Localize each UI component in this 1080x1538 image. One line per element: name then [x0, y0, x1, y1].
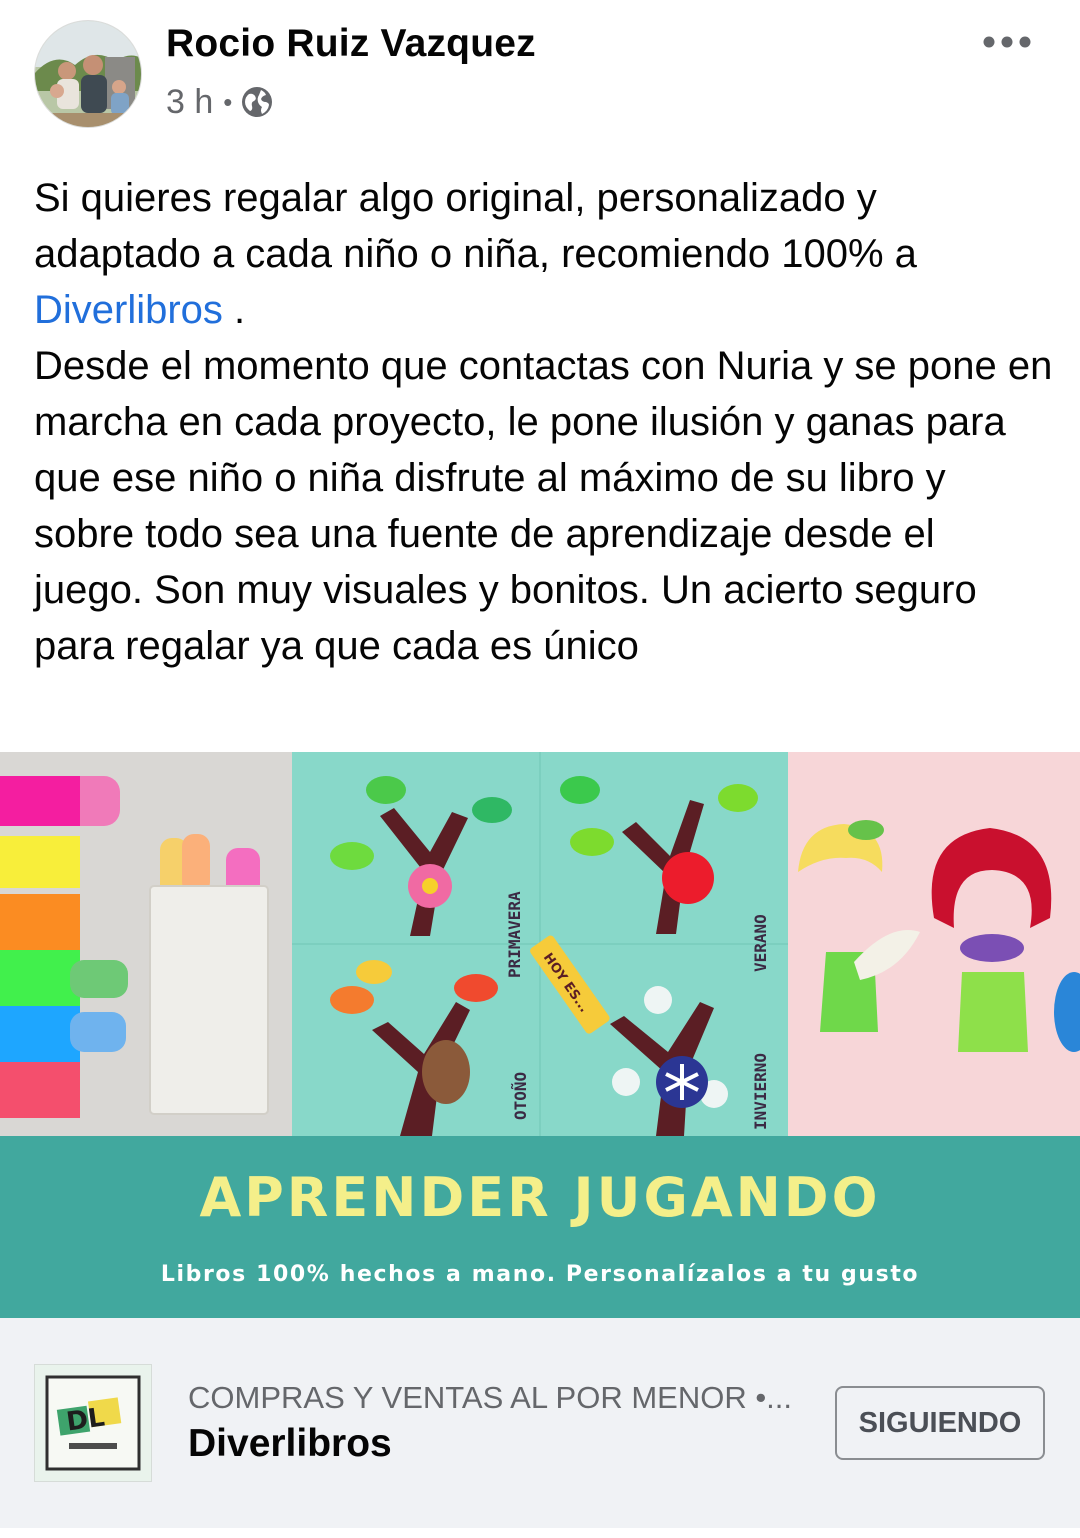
- logo-text: DL: [65, 1402, 107, 1437]
- felt-books-photo: HOY ES... PRIMAVERA VERANO OTOÑO INVIERN…: [0, 752, 1080, 1136]
- post-image[interactable]: HOY ES... PRIMAVERA VERANO OTOÑO INVIERN…: [0, 752, 1080, 1318]
- post-text-period: .: [222, 288, 246, 332]
- post-text: Si quieres regalar algo original, person…: [34, 170, 1054, 674]
- bottom-divider: [0, 1528, 1080, 1538]
- diverlibros-logo-icon: DL: [45, 1375, 141, 1471]
- banner-title: APRENDER JUGANDO: [199, 1166, 881, 1229]
- page-mention-link[interactable]: Diverlibros: [34, 288, 223, 332]
- page-name[interactable]: Diverlibros: [188, 1422, 392, 1466]
- season-label-spring: PRIMAVERA: [505, 891, 524, 978]
- page-attachment-card[interactable]: DL COMPRAS Y VENTAS AL POR MENOR •... Di…: [0, 1318, 1080, 1528]
- post-header: Rocio Ruiz Vazquez 3 h •: [0, 0, 1080, 150]
- author-avatar[interactable]: [34, 20, 142, 128]
- season-label-autumn: OTOÑO: [511, 1072, 530, 1120]
- more-options-button[interactable]: [972, 22, 1042, 62]
- post-text-intro-line: Si quieres regalar algo original, person…: [34, 176, 917, 276]
- author-name[interactable]: Rocio Ruiz Vazquez: [166, 22, 536, 66]
- post-time[interactable]: 3 h: [166, 83, 213, 122]
- meta-separator: •: [223, 86, 233, 117]
- page-logo[interactable]: DL: [34, 1364, 152, 1482]
- page-category: COMPRAS Y VENTAS AL POR MENOR •...: [188, 1380, 793, 1415]
- globe-icon: [242, 87, 273, 117]
- more-horizontal-icon: [983, 36, 1031, 48]
- season-label-winter: INVIERNO: [751, 1053, 770, 1130]
- post-text-intro: Si quieres regalar algo original, person…: [34, 170, 1054, 338]
- post-meta: 3 h •: [166, 82, 274, 122]
- promo-banner: APRENDER JUGANDO Libros 100% hechos a ma…: [0, 1136, 1080, 1318]
- season-label-summer: VERANO: [751, 914, 770, 972]
- banner-subtitle: Libros 100% hechos a mano. Personalízalo…: [160, 1262, 920, 1287]
- following-button[interactable]: SIGUIENDO: [835, 1386, 1045, 1460]
- post-text-body: Desde el momento que contactas con Nuria…: [34, 344, 1053, 668]
- avatar-photo: [35, 21, 141, 127]
